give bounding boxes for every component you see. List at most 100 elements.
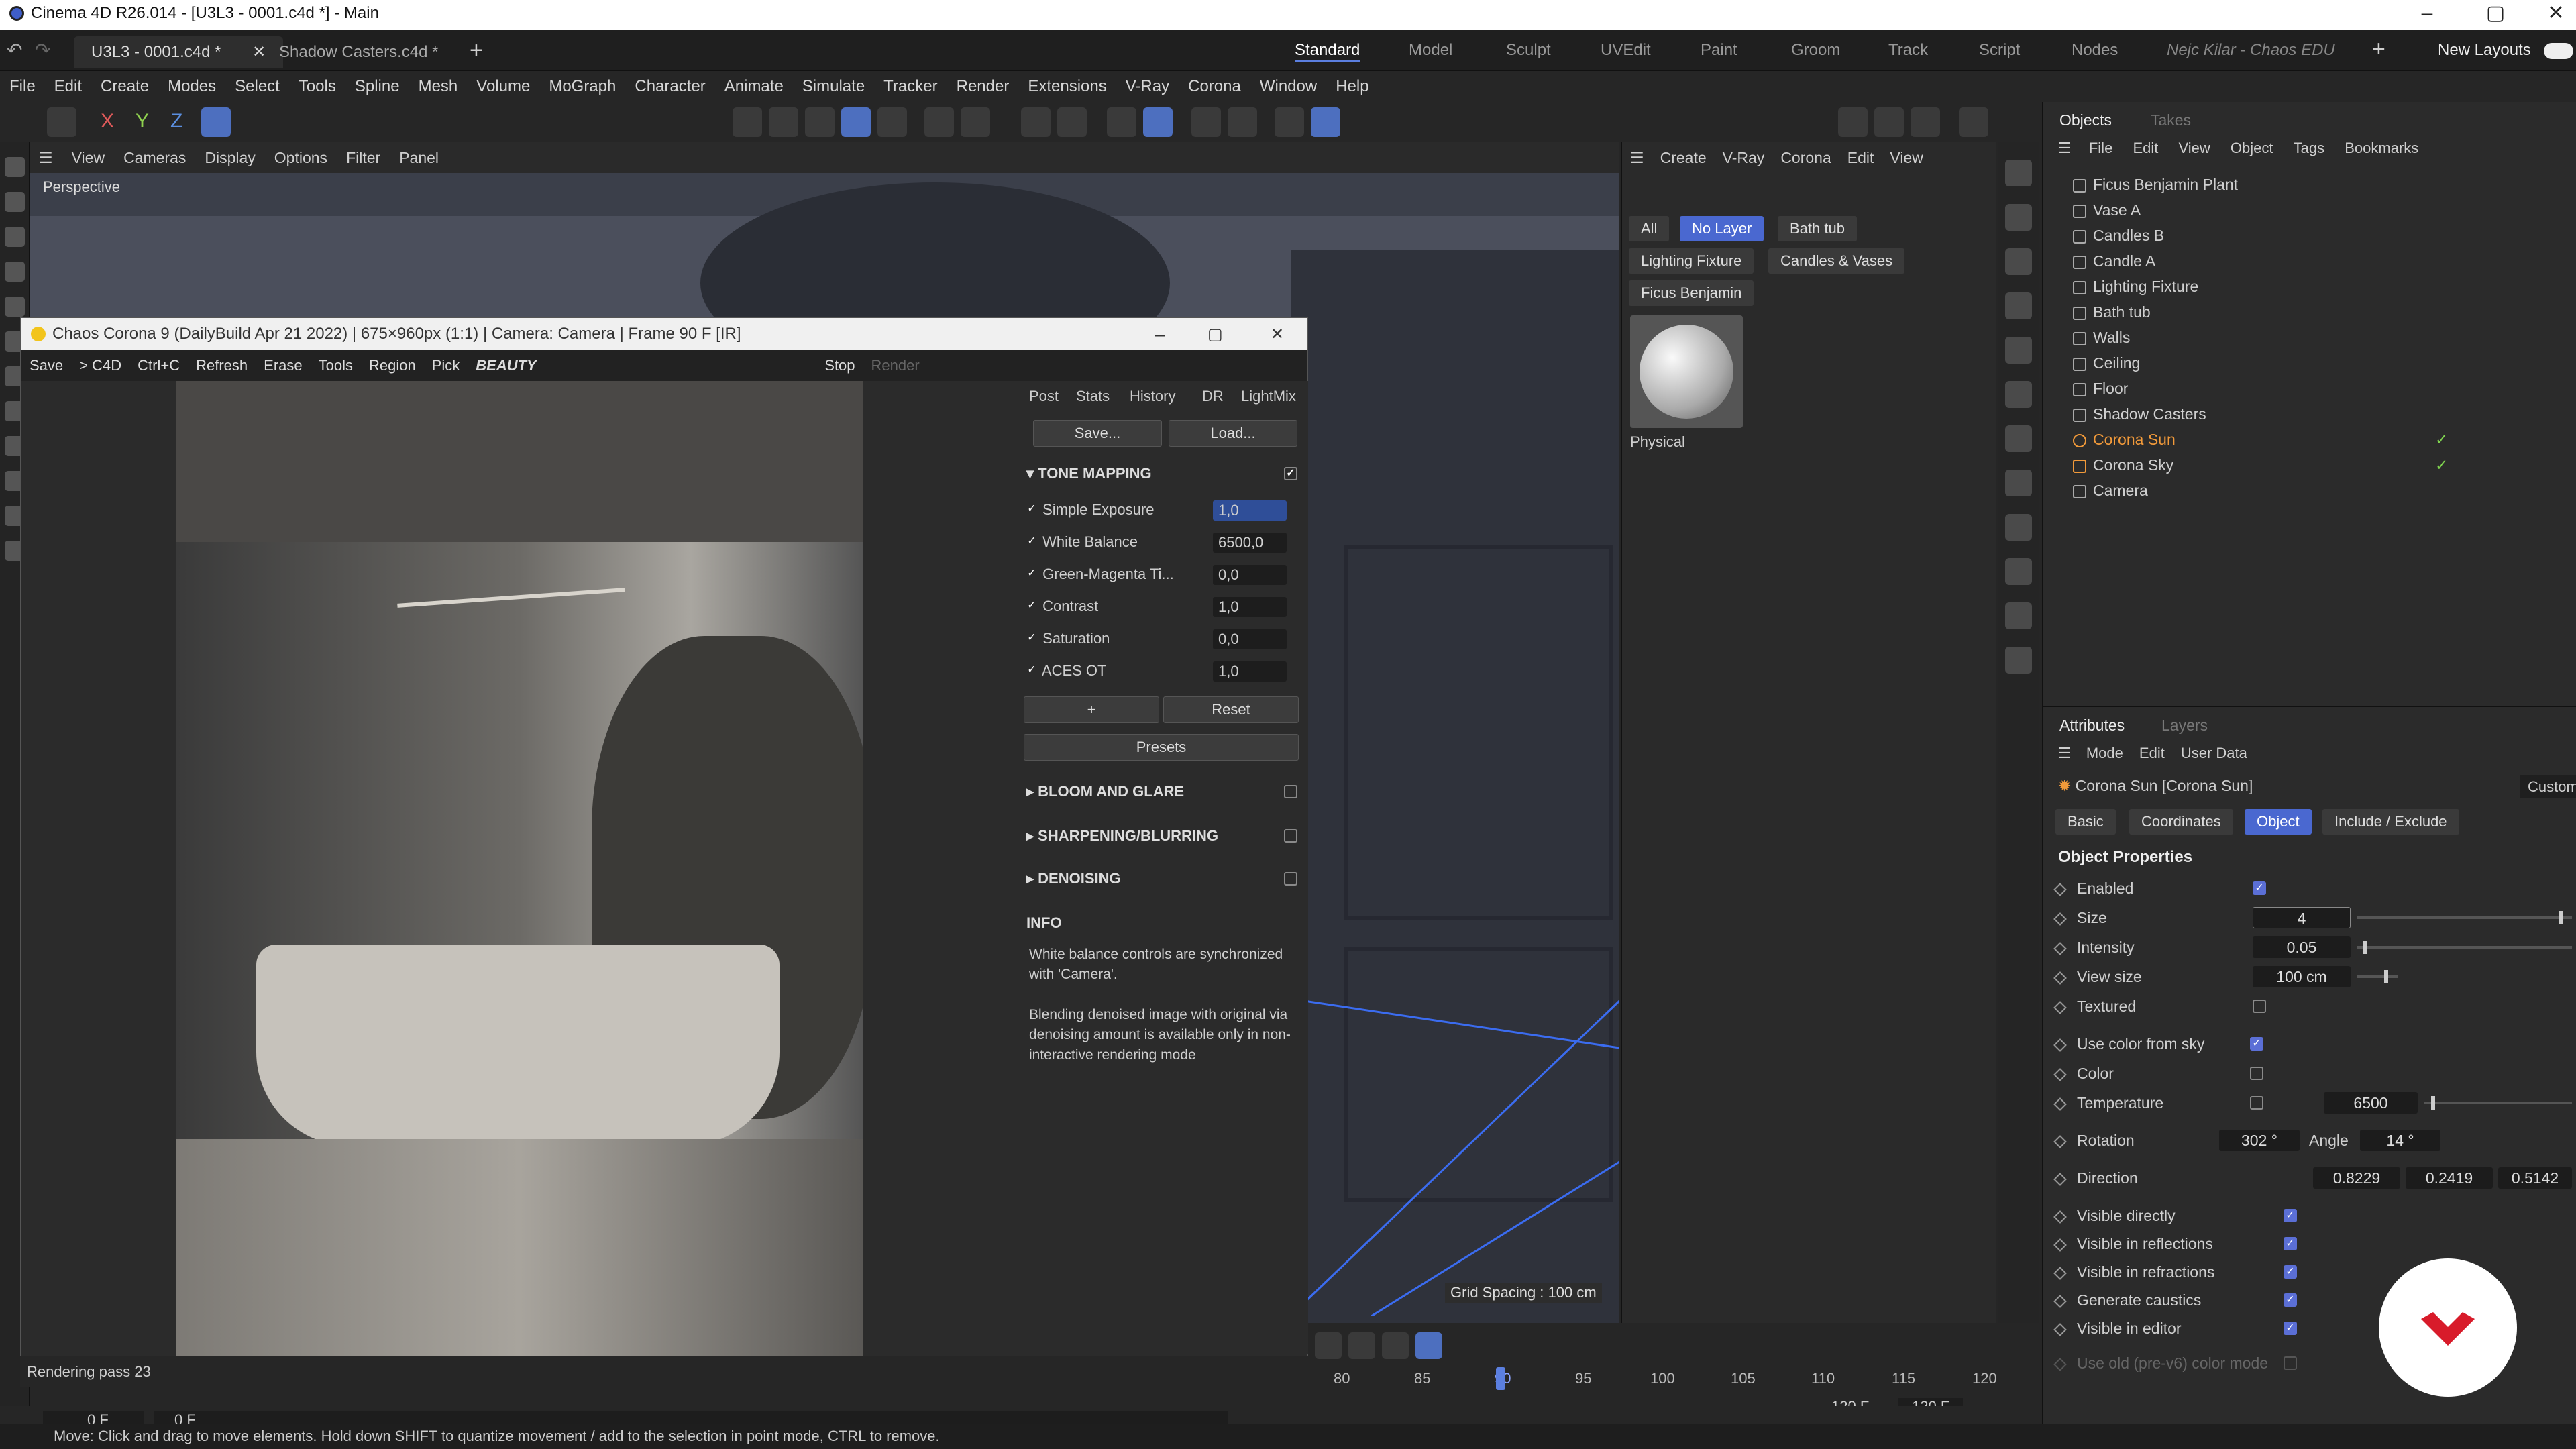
layout-nodes[interactable]: Nodes xyxy=(2072,39,2118,62)
corona-vfb-icon[interactable] xyxy=(1311,107,1340,137)
subtab-object[interactable]: Object xyxy=(2245,809,2312,835)
object-row[interactable]: Bath tub xyxy=(2053,299,2576,325)
direction-z-input[interactable]: 0.5142 xyxy=(2498,1167,2572,1189)
layout-standard[interactable]: Standard xyxy=(1295,39,1360,62)
scale-tool-icon[interactable] xyxy=(4,262,25,282)
am-menu-edit[interactable]: Edit xyxy=(2139,745,2165,761)
layout-track[interactable]: Track xyxy=(1888,39,1928,62)
tab-layers[interactable]: Layers xyxy=(2161,716,2208,735)
visible-reflections-checkbox[interactable]: ✓ xyxy=(2284,1237,2297,1250)
undo-icon[interactable]: ↶ xyxy=(7,39,22,61)
enabled-checkbox[interactable]: ✓ xyxy=(2253,881,2266,895)
visible-directly-checkbox[interactable]: ✓ xyxy=(2284,1209,2297,1222)
layer-chip-nolayer[interactable]: No Layer xyxy=(1680,216,1764,241)
polygons-mode-icon[interactable] xyxy=(805,107,835,137)
vfb-minimize-button[interactable]: – xyxy=(1155,324,1165,345)
menu-corona[interactable]: Corona xyxy=(1179,71,1250,102)
vfb-copy-button[interactable]: Ctrl+C xyxy=(129,350,188,381)
rotate-tool-icon[interactable] xyxy=(4,297,25,317)
dock-render-icon[interactable] xyxy=(2005,602,2032,629)
layout-groom[interactable]: Groom xyxy=(1791,39,1840,62)
tab-post[interactable]: Post xyxy=(1024,386,1064,407)
size-slider[interactable] xyxy=(2357,911,2572,924)
dock-sun-icon[interactable] xyxy=(2005,647,2032,674)
old-color-mode-checkbox[interactable] xyxy=(2284,1356,2297,1370)
tab-dr[interactable]: DR xyxy=(1197,386,1229,407)
undo-tool-icon[interactable] xyxy=(47,107,76,137)
vfb-region-button[interactable]: Region xyxy=(361,350,424,381)
dock-scene-icon[interactable] xyxy=(2005,514,2032,541)
om-menu-view[interactable]: View xyxy=(2178,140,2210,156)
dock-deformer-icon[interactable] xyxy=(2005,381,2032,408)
menu-window[interactable]: Window xyxy=(1250,71,1326,102)
vp-menu-display[interactable]: Display xyxy=(195,142,264,173)
doc-tab-main[interactable]: U3L3 - 0001.c4d * ✕ xyxy=(74,36,284,68)
size-input[interactable]: 4 xyxy=(2253,907,2351,928)
minimize-button[interactable]: – xyxy=(2400,0,2454,30)
axis-y-toggle[interactable]: Y xyxy=(136,110,149,133)
om-menu-bookmarks[interactable]: Bookmarks xyxy=(2345,140,2418,156)
vfb-render-button[interactable]: Render xyxy=(863,350,928,381)
object-row[interactable]: Lighting Fixture xyxy=(2053,274,2576,299)
menu-file[interactable]: File xyxy=(0,71,45,102)
axis-mode-icon[interactable] xyxy=(924,107,954,137)
layer-menu-create[interactable]: Create xyxy=(1652,142,1715,173)
object-row[interactable]: Camera xyxy=(2053,478,2576,503)
render-queue-icon[interactable] xyxy=(1911,107,1940,137)
tab-objects[interactable]: Objects xyxy=(2059,111,2112,129)
layout-uvedit[interactable]: UVEdit xyxy=(1601,39,1651,62)
vp-menu-panel[interactable]: Panel xyxy=(390,142,448,173)
white-balance-input[interactable]: 6500,0 xyxy=(1213,533,1287,553)
menu-render[interactable]: Render xyxy=(947,71,1019,102)
menu-tools[interactable]: Tools xyxy=(289,71,345,102)
dock-light-icon[interactable] xyxy=(2005,292,2032,319)
grid-snap-icon[interactable] xyxy=(1107,107,1136,137)
render-picture-icon[interactable] xyxy=(1874,107,1904,137)
subtab-coordinates[interactable]: Coordinates xyxy=(2129,809,2233,835)
layer-chip-bathtub[interactable]: Bath tub xyxy=(1778,216,1857,241)
playhead[interactable] xyxy=(1496,1367,1505,1390)
material-thumbnail[interactable] xyxy=(1630,315,1743,428)
visible-editor-checkbox[interactable]: ✓ xyxy=(2284,1322,2297,1335)
generate-caustics-checkbox[interactable]: ✓ xyxy=(2284,1293,2297,1307)
hamburger-icon[interactable]: ☰ xyxy=(2058,140,2072,156)
layer-chip-all[interactable]: All xyxy=(1629,216,1670,241)
hamburger-icon[interactable]: ☰ xyxy=(1622,142,1652,173)
layer-chip-ficus[interactable]: Ficus Benjamin xyxy=(1629,280,1754,306)
saturation-input[interactable]: 0,0 xyxy=(1213,629,1287,649)
uv-mode-icon[interactable] xyxy=(877,107,907,137)
ipr-icon[interactable] xyxy=(1275,107,1304,137)
vfb-stop-button[interactable]: Stop xyxy=(816,350,863,381)
tab-lightmix[interactable]: LightMix xyxy=(1236,386,1301,407)
render-settings-icon[interactable] xyxy=(1228,107,1257,137)
dock-sky-icon[interactable] xyxy=(2005,558,2032,585)
menu-extensions[interactable]: Extensions xyxy=(1018,71,1116,102)
dock-cube-icon[interactable] xyxy=(2005,160,2032,186)
menu-simulate[interactable]: Simulate xyxy=(793,71,874,102)
temperature-checkbox[interactable] xyxy=(2250,1096,2263,1110)
menu-edit[interactable]: Edit xyxy=(45,71,91,102)
magnet-icon[interactable] xyxy=(1021,107,1051,137)
dock-spline-icon[interactable] xyxy=(2005,470,2032,496)
green-magenta-input[interactable]: 0,0 xyxy=(1213,565,1287,585)
timeline-auto-key-icon[interactable] xyxy=(1415,1332,1442,1359)
vp-menu-cameras[interactable]: Cameras xyxy=(114,142,195,173)
vfb-to-c4d-button[interactable]: > C4D xyxy=(71,350,129,381)
temperature-slider[interactable] xyxy=(2424,1096,2572,1110)
menu-modes[interactable]: Modes xyxy=(158,71,225,102)
object-row[interactable]: Ficus Benjamin Plant xyxy=(2053,172,2576,197)
post-save-button[interactable]: Save... xyxy=(1033,420,1162,447)
edges-mode-icon[interactable] xyxy=(769,107,798,137)
menu-mesh[interactable]: Mesh xyxy=(409,71,468,102)
timeline-record-icon[interactable] xyxy=(1348,1332,1375,1359)
tone-mapping-check[interactable]: ✓ xyxy=(1284,467,1297,480)
subtab-include-exclude[interactable]: Include / Exclude xyxy=(2322,809,2459,835)
vp-menu-filter[interactable]: Filter xyxy=(337,142,390,173)
coord-system-icon[interactable] xyxy=(201,107,231,137)
snap-icon[interactable] xyxy=(1143,107,1173,137)
object-row[interactable]: Ceiling xyxy=(2053,350,2576,376)
rotation-input[interactable]: 302 ° xyxy=(2219,1130,2300,1151)
view-size-slider[interactable] xyxy=(2357,970,2398,983)
layout-sculpt[interactable]: Sculpt xyxy=(1506,39,1551,62)
select-tool-icon[interactable] xyxy=(4,157,25,177)
